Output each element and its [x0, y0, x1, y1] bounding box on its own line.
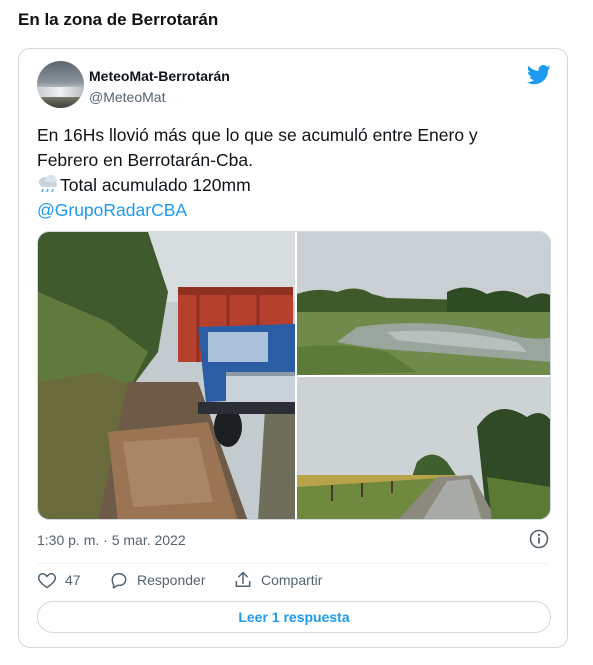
reply-label: Responder — [137, 572, 206, 588]
photo-truck-flooded-road[interactable] — [38, 232, 295, 519]
tweet-text-line: Total acumulado 120mm — [60, 175, 251, 195]
divider — [37, 563, 549, 564]
tweet-text-line-3: Total acumulado 120mm — [37, 173, 547, 198]
photo-flooded-rural-road[interactable] — [297, 377, 550, 519]
author-handle[interactable]: @MeteoMat — [89, 89, 165, 105]
share-upload-icon — [235, 571, 251, 587]
embedded-tweet-card[interactable]: MeteoMat-Berrotarán @MeteoMat En 16Hs ll… — [18, 48, 568, 648]
share-button[interactable]: Compartir — [233, 570, 322, 590]
like-count: 47 — [65, 572, 81, 588]
read-replies-button[interactable]: Leer 1 respuesta — [37, 601, 551, 633]
reply-bubble-icon — [111, 573, 127, 589]
share-label: Compartir — [261, 572, 323, 588]
tweet-text: En 16Hs llovió más que lo que se acumuló… — [37, 123, 547, 223]
author-name[interactable]: MeteoMat-Berrotarán — [89, 68, 230, 84]
author-avatar[interactable] — [37, 61, 84, 108]
twitter-bird-icon[interactable] — [527, 65, 551, 85]
tweet-text-line: En 16Hs llovió más que lo que se acumuló… — [37, 125, 478, 145]
page-heading: En la zona de Berrotarán — [18, 10, 219, 29]
cloud-with-rain-icon — [39, 175, 57, 193]
tweet-media-grid — [37, 231, 551, 520]
like-button[interactable]: 47 — [37, 570, 81, 590]
mention-link[interactable]: @GrupoRadarCBA — [37, 200, 187, 220]
reply-button[interactable]: Responder — [109, 570, 206, 590]
tweet-timestamp[interactable]: 1:30 p. m. · 5 mar. 2022 — [37, 532, 186, 548]
photo-flooded-field[interactable] — [297, 232, 550, 375]
heart-icon — [37, 572, 57, 589]
tweet-text-line: Febrero en Berrotarán-Cba. — [37, 150, 253, 170]
info-icon[interactable] — [529, 529, 549, 549]
